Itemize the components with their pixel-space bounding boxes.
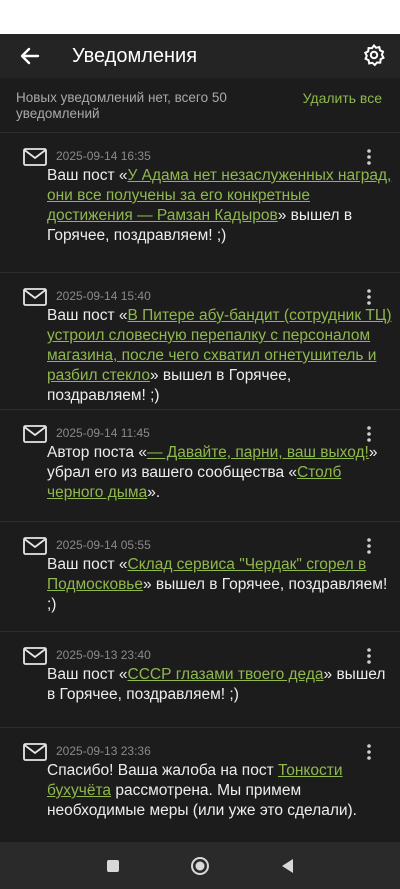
notification-item[interactable]: 2025-09-14 16:35 Ваш пост «У Адама нет н… bbox=[0, 133, 400, 273]
more-vertical-icon[interactable] bbox=[360, 646, 378, 666]
notification-text-part: Ваш пост « bbox=[47, 666, 128, 683]
notification-text-part: Ваш пост « bbox=[47, 307, 128, 324]
notification-date: 2025-09-14 05:55 bbox=[56, 538, 151, 552]
notification-date: 2025-09-14 15:40 bbox=[56, 289, 151, 303]
notification-date: 2025-09-14 11:45 bbox=[56, 426, 150, 440]
post-link[interactable]: СССР глазами твоего деда bbox=[128, 666, 324, 683]
square-icon[interactable] bbox=[101, 854, 125, 878]
notification-text-part: Ваш пост « bbox=[47, 167, 128, 184]
envelope-icon bbox=[23, 148, 47, 166]
envelope-icon bbox=[23, 743, 47, 761]
notification-item[interactable]: 2025-09-14 05:55 Ваш пост «Склад сервиса… bbox=[0, 522, 400, 632]
notification-text: Ваш пост «У Адама нет незаслуженных нагр… bbox=[47, 166, 392, 246]
notification-text-part: Автор поста « bbox=[47, 444, 147, 461]
notification-date: 2025-09-13 23:36 bbox=[56, 744, 151, 758]
notification-item[interactable]: 2025-09-14 11:45 Автор поста «— Давайте,… bbox=[0, 410, 400, 522]
envelope-icon bbox=[23, 425, 47, 443]
notification-text: Спасибо! Ваша жалоба на пост Тонкости бу… bbox=[47, 761, 392, 821]
notification-text-part: ». bbox=[147, 484, 161, 501]
post-link[interactable]: — Давайте, парни, ваш выход! bbox=[147, 444, 369, 461]
more-vertical-icon[interactable] bbox=[360, 742, 378, 762]
notification-item[interactable]: 2025-09-14 15:40 Ваш пост «В Питере абу-… bbox=[0, 273, 400, 410]
triangle-back-icon[interactable] bbox=[276, 854, 300, 878]
system-navigation-bar bbox=[0, 842, 400, 889]
notification-text-part: Ваш пост « bbox=[47, 556, 128, 573]
circle-icon[interactable] bbox=[188, 854, 212, 878]
notification-text: Ваш пост «Склад сервиса "Чердак" сгорел … bbox=[47, 555, 392, 615]
envelope-icon bbox=[23, 537, 47, 555]
notification-text-part: Спасибо! Ваша жалоба на пост bbox=[47, 762, 278, 779]
more-vertical-icon[interactable] bbox=[360, 536, 378, 556]
notifications-count-text: Новых уведомлений нет, всего 50 уведомле… bbox=[16, 90, 227, 121]
more-vertical-icon[interactable] bbox=[360, 424, 378, 444]
status-bar bbox=[0, 0, 400, 34]
page-title: Уведомления bbox=[72, 45, 198, 67]
notification-text: Ваш пост «В Питере абу-бандит (сотрудник… bbox=[47, 306, 392, 406]
more-vertical-icon[interactable] bbox=[360, 287, 378, 307]
notification-item[interactable]: 2025-09-13 23:40 Ваш пост «СССР глазами … bbox=[0, 632, 400, 728]
envelope-icon bbox=[23, 647, 47, 665]
gear-icon[interactable] bbox=[360, 41, 388, 69]
clear-all-button[interactable]: Удалить все bbox=[303, 90, 382, 106]
envelope-icon bbox=[23, 288, 47, 306]
notification-text: Автор поста «— Давайте, парни, ваш выход… bbox=[47, 443, 392, 503]
app-bar: Уведомления bbox=[0, 34, 400, 78]
back-arrow-icon[interactable] bbox=[16, 42, 44, 70]
notifications-list: 2025-09-14 16:35 Ваш пост «У Адама нет н… bbox=[0, 133, 400, 843]
more-vertical-icon[interactable] bbox=[360, 147, 378, 167]
notification-item[interactable]: 2025-09-13 23:36 Спасибо! Ваша жалоба на… bbox=[0, 728, 400, 843]
notification-date: 2025-09-13 23:40 bbox=[56, 648, 151, 662]
notification-date: 2025-09-14 16:35 bbox=[56, 149, 151, 163]
summary-bar: Новых уведомлений нет, всего 50 уведомле… bbox=[0, 78, 400, 133]
notification-text: Ваш пост «СССР глазами твоего деда» выше… bbox=[47, 665, 392, 705]
